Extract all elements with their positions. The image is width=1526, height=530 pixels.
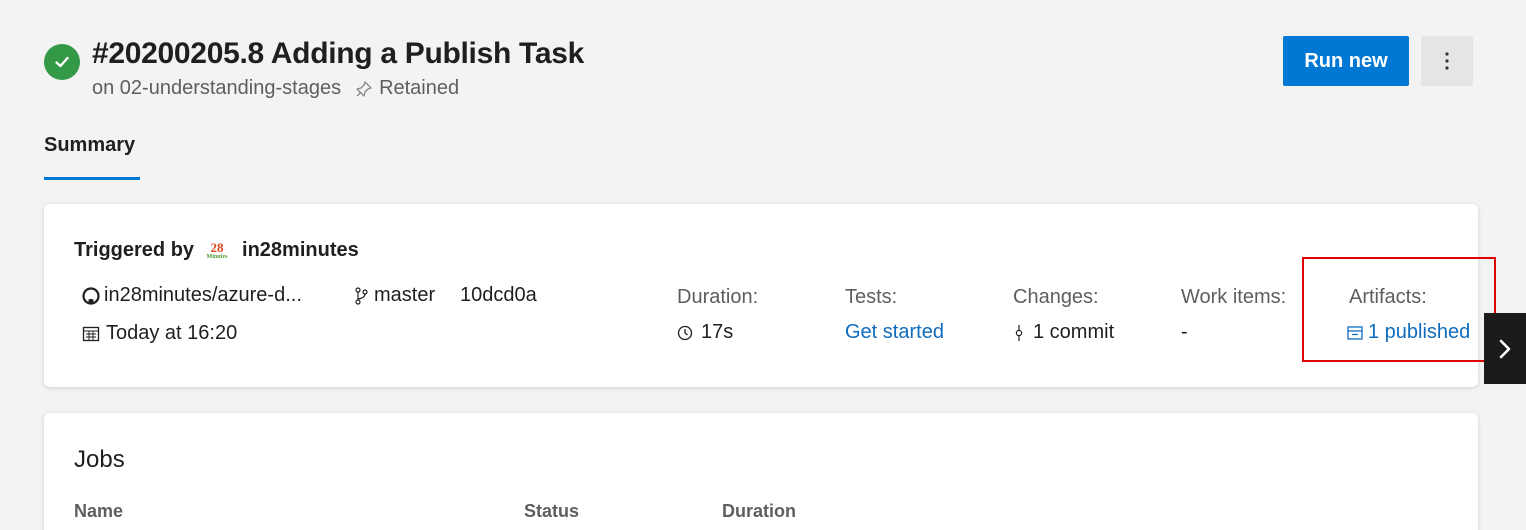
chevron-right-icon xyxy=(1499,339,1511,358)
date-text: Today at 16:20 xyxy=(106,322,238,344)
artifacts-link[interactable]: 1 published xyxy=(1346,321,1478,344)
commit-icon xyxy=(1015,324,1023,341)
branch-icon xyxy=(355,286,368,305)
duration-label: Duration: xyxy=(677,286,759,308)
run-subtitle: on 02-understanding-stages Retained xyxy=(92,77,459,100)
duration-value: 17s xyxy=(677,321,733,344)
run-date: Today at 16:20 xyxy=(82,322,237,345)
column-header-duration: Duration xyxy=(722,501,796,521)
tests-label: Tests: xyxy=(845,286,898,308)
pin-icon xyxy=(355,80,373,98)
branch-info: on 02-understanding-stages xyxy=(92,77,342,99)
branch-link[interactable]: master xyxy=(354,284,435,307)
more-vertical-icon xyxy=(1445,52,1449,70)
summary-card: Triggered by 28 Minutes in28minutes in28… xyxy=(44,204,1478,387)
next-button[interactable] xyxy=(1484,313,1526,384)
tab-summary[interactable]: Summary xyxy=(44,134,135,157)
triggered-by: Triggered by 28 Minutes in28minutes xyxy=(74,239,359,262)
column-header-name: Name xyxy=(74,501,124,521)
run-new-button[interactable]: Run new xyxy=(1283,36,1409,86)
clock-icon xyxy=(677,325,693,340)
retained-label: Retained xyxy=(379,77,460,99)
jobs-card: Jobs Name Status Duration xyxy=(44,413,1478,530)
tab-selected-indicator xyxy=(44,177,140,180)
calendar-icon xyxy=(82,326,100,341)
commit-link[interactable]: 10dcd0a xyxy=(460,284,537,307)
triggered-by-user[interactable]: in28minutes xyxy=(242,239,359,262)
success-check-icon xyxy=(44,44,80,80)
work-items-value: - xyxy=(1181,321,1188,343)
triggered-by-label: Triggered by xyxy=(74,239,195,261)
branch-name: master xyxy=(374,284,436,306)
column-header-status: Status xyxy=(524,501,580,521)
user-avatar: 28 Minutes xyxy=(206,240,228,260)
work-items-label: Work items: xyxy=(1181,286,1287,308)
more-actions-button[interactable] xyxy=(1421,36,1473,86)
artifacts-label: Artifacts: xyxy=(1349,286,1427,308)
github-icon xyxy=(82,286,100,305)
changes-link[interactable]: 1 commit xyxy=(1013,321,1114,344)
jobs-title: Jobs xyxy=(74,446,125,473)
repo-link[interactable]: in28minutes/azure-d... xyxy=(82,284,302,307)
changes-label: Changes: xyxy=(1013,286,1099,308)
tests-get-started-link[interactable]: Get started xyxy=(845,321,944,344)
artifact-icon xyxy=(1347,325,1363,340)
repo-name: in28minutes/azure-d... xyxy=(104,284,302,306)
page-title: #20200205.8 Adding a Publish Task xyxy=(92,37,584,70)
